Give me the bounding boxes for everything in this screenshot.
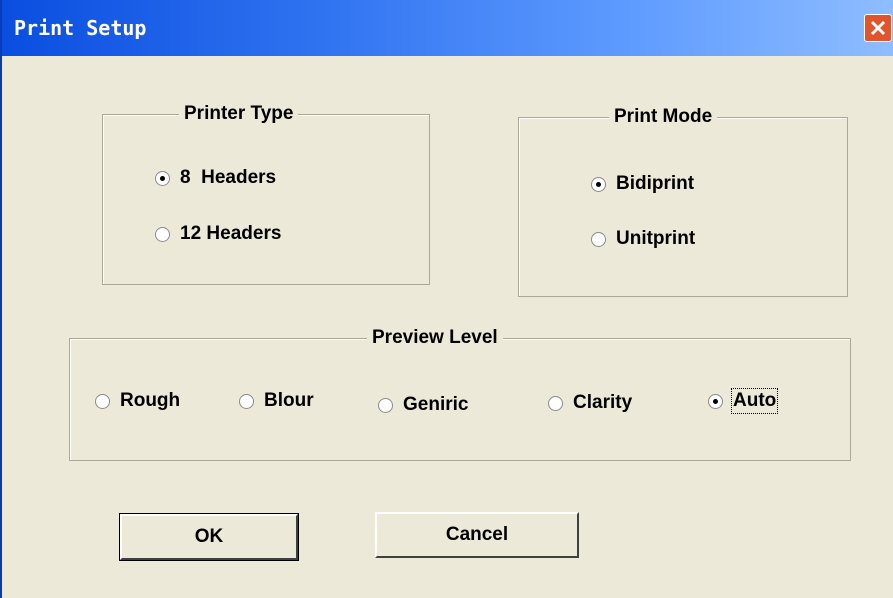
radio-bidiprint-label[interactable]: Bidiprint bbox=[616, 173, 694, 195]
radio-blour[interactable]: Blour bbox=[239, 390, 314, 412]
radio-12-headers-label[interactable]: 12 Headers bbox=[180, 223, 281, 245]
printer-type-group: Printer Type 8 Headers 12 Headers bbox=[102, 102, 430, 285]
cancel-button[interactable]: Cancel bbox=[375, 512, 579, 558]
radio-clarity[interactable]: Clarity bbox=[548, 392, 632, 414]
radio-rough-button[interactable] bbox=[95, 393, 110, 409]
radio-geniric[interactable]: Geniric bbox=[378, 394, 468, 416]
radio-blour-label[interactable]: Blour bbox=[264, 390, 314, 412]
radio-12-headers-button[interactable] bbox=[155, 226, 170, 242]
radio-rough-label[interactable]: Rough bbox=[120, 390, 180, 412]
radio-geniric-label[interactable]: Geniric bbox=[403, 394, 468, 416]
radio-rough[interactable]: Rough bbox=[95, 390, 180, 412]
radio-selected-dot bbox=[160, 175, 165, 181]
cancel-button-label: Cancel bbox=[445, 524, 509, 545]
radio-auto-button[interactable] bbox=[708, 393, 723, 409]
radio-8-headers-button[interactable] bbox=[155, 170, 170, 186]
radio-blour-button[interactable] bbox=[239, 393, 254, 409]
radio-auto[interactable]: Auto bbox=[708, 388, 779, 414]
radio-unitprint[interactable]: Unitprint bbox=[591, 228, 695, 250]
ok-button-label: OK bbox=[194, 526, 224, 547]
radio-selected-dot bbox=[596, 181, 601, 187]
printer-type-label: Printer Type bbox=[179, 102, 299, 126]
close-icon bbox=[870, 20, 886, 36]
print-mode-label: Print Mode bbox=[609, 105, 718, 129]
radio-clarity-button[interactable] bbox=[548, 395, 563, 411]
radio-bidiprint[interactable]: Bidiprint bbox=[591, 173, 694, 195]
radio-8-headers[interactable]: 8 Headers bbox=[155, 167, 276, 189]
window-title: Print Setup bbox=[14, 16, 147, 40]
print-mode-group: Print Mode Bidiprint Unitprint bbox=[518, 105, 848, 297]
radio-8-headers-label[interactable]: 8 Headers bbox=[180, 167, 276, 189]
radio-unitprint-label[interactable]: Unitprint bbox=[616, 228, 695, 250]
print-setup-dialog: Print Setup Printer Type 8 Headers 12 He… bbox=[0, 0, 893, 598]
close-button[interactable] bbox=[864, 14, 892, 42]
radio-unitprint-button[interactable] bbox=[591, 231, 606, 247]
ok-button[interactable]: OK bbox=[119, 513, 299, 561]
radio-auto-label[interactable]: Auto bbox=[730, 388, 779, 414]
radio-geniric-button[interactable] bbox=[378, 397, 393, 413]
radio-bidiprint-button[interactable] bbox=[591, 176, 606, 192]
preview-level-label: Preview Level bbox=[367, 326, 503, 350]
radio-selected-dot bbox=[713, 398, 718, 404]
title-bar[interactable]: Print Setup bbox=[2, 0, 893, 56]
radio-clarity-label[interactable]: Clarity bbox=[573, 392, 632, 414]
radio-12-headers[interactable]: 12 Headers bbox=[155, 223, 281, 245]
preview-level-group: Preview Level Rough Blour Geniric Clarit… bbox=[69, 326, 851, 461]
